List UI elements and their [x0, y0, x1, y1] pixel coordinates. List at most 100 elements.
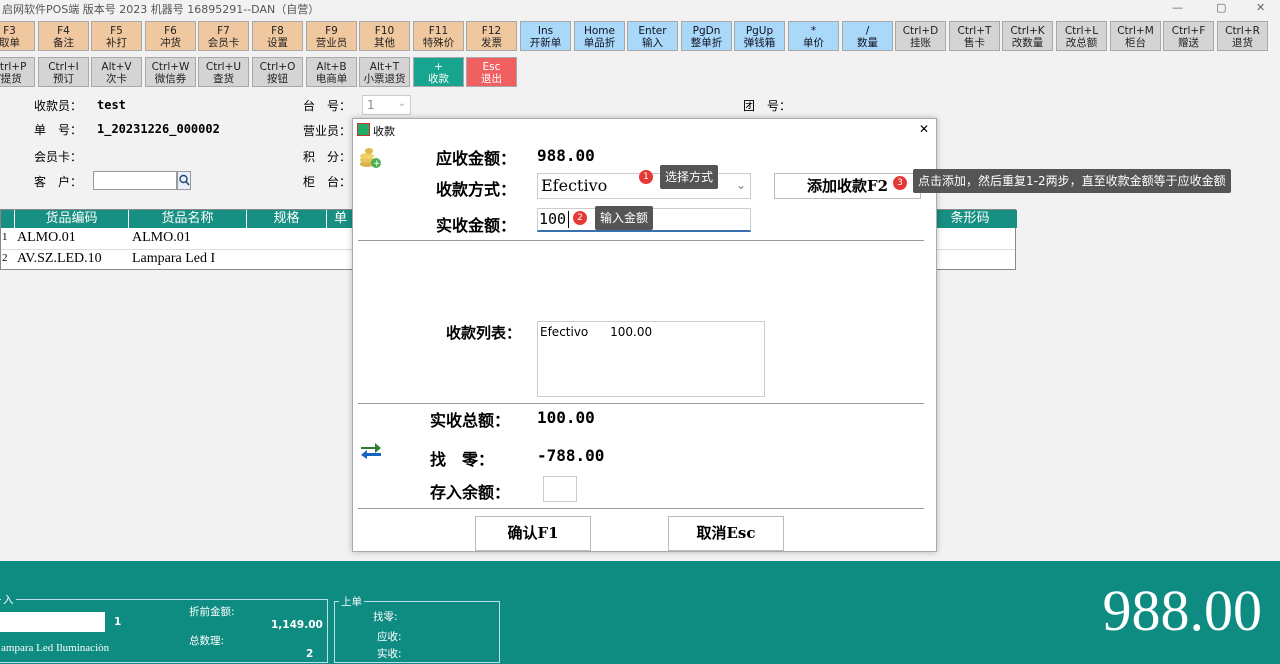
- key-label: /提货: [0, 73, 22, 85]
- function-key-button[interactable]: Ins 开新单: [520, 21, 571, 51]
- key-shortcut: Ctrl+L: [1064, 25, 1099, 37]
- function-key-button[interactable]: Ctrl+I 预订: [38, 57, 89, 87]
- tooltip-add-payment: 点击添加，然后重复1-2两步，直至收款金额等于应收金额: [913, 169, 1231, 193]
- barcode-input[interactable]: [0, 612, 105, 632]
- minimize-icon[interactable]: —: [1172, 1, 1183, 14]
- key-label: 弹钱箱: [743, 37, 776, 49]
- order-label: 单 号：: [34, 123, 83, 137]
- function-key-button[interactable]: Alt+B 电商单: [306, 57, 357, 87]
- function-key-button[interactable]: F8 设置: [252, 21, 303, 51]
- function-key-button[interactable]: Ctrl+R 退货: [1217, 21, 1268, 51]
- payment-list[interactable]: Efectivo 100.00: [537, 321, 765, 397]
- function-key-button[interactable]: F6 冲货: [145, 21, 196, 51]
- function-key-button[interactable]: / 数量: [842, 21, 893, 51]
- big-total-display: 988.00: [1102, 578, 1263, 643]
- function-key-button[interactable]: Esc 退出: [466, 57, 517, 87]
- tooltip-select-method: 选择方式: [660, 165, 719, 189]
- customer-label: 客 户：: [34, 175, 83, 189]
- function-key-button[interactable]: * 单价: [788, 21, 839, 51]
- key-label: 特殊价: [422, 37, 455, 49]
- function-key-button[interactable]: Ctrl+W 微信券: [145, 57, 196, 87]
- due-amount-label: 应收金额：: [436, 149, 517, 168]
- function-key-button[interactable]: F5 补打: [91, 21, 142, 51]
- divider: [358, 403, 924, 404]
- function-key-button[interactable]: F4 备注: [38, 21, 89, 51]
- key-label: 查货: [213, 73, 234, 85]
- function-key-button[interactable]: Home 单品折: [574, 21, 625, 51]
- order-number: 1_20231226_000002: [97, 122, 220, 136]
- function-key-button[interactable]: Ctrl+D 挂账: [895, 21, 946, 51]
- function-key-button[interactable]: F10 其他: [359, 21, 410, 51]
- key-label: 单价: [803, 37, 824, 49]
- function-key-button[interactable]: Ctrl+F 赠送: [1163, 21, 1214, 51]
- key-label: 发票: [481, 37, 502, 49]
- group-label: 团 号：: [743, 99, 792, 113]
- confirm-button[interactable]: 确认F1: [475, 516, 591, 551]
- counter-label: 柜 台：: [303, 175, 352, 189]
- payment-list-label: 收款列表：: [446, 324, 522, 342]
- key-shortcut: F3: [3, 25, 16, 37]
- key-shortcut: Alt+V: [101, 61, 132, 73]
- function-key-button[interactable]: Ctrl+K 改数量: [1002, 21, 1053, 51]
- maximize-icon[interactable]: ▢: [1216, 1, 1226, 14]
- exchange-arrows-icon: [361, 443, 381, 459]
- customer-search-button[interactable]: [177, 171, 191, 190]
- step-2-badge: 2: [573, 211, 587, 225]
- function-key-button[interactable]: Ctrl+P/提货: [0, 57, 35, 87]
- pre-discount-label: 折前金额:: [189, 606, 235, 618]
- row-num-header: [1, 210, 15, 228]
- step-3-badge: 3: [893, 176, 907, 190]
- function-key-button[interactable]: PgUp 弹钱箱: [734, 21, 785, 51]
- change-value: -788.00: [537, 446, 605, 465]
- function-key-button[interactable]: Ctrl+T 售卡: [949, 21, 1000, 51]
- key-shortcut: F6: [164, 25, 177, 37]
- item-description: ampara Led Iluminaciòn: [1, 642, 110, 654]
- function-key-button[interactable]: F7 会员卡: [198, 21, 249, 51]
- function-key-button[interactable]: F11 特殊价: [413, 21, 464, 51]
- key-label: 收款: [428, 73, 449, 85]
- column-header: 单: [327, 210, 355, 228]
- station-select[interactable]: 1 ⌄: [362, 95, 411, 115]
- customer-input[interactable]: [93, 171, 177, 190]
- key-label: 补打: [106, 37, 127, 49]
- search-icon: [179, 174, 190, 186]
- cancel-button[interactable]: 取消Esc: [668, 516, 784, 551]
- deposit-balance-checkbox[interactable]: [543, 476, 577, 502]
- function-key-button[interactable]: + 收款: [413, 57, 464, 87]
- key-label: 冲货: [160, 37, 181, 49]
- key-label: 开新单: [529, 37, 562, 49]
- total-qty-label: 总数理:: [189, 635, 225, 647]
- key-shortcut: F11: [428, 25, 449, 37]
- key-shortcut: Alt+T: [369, 61, 400, 73]
- previous-order-label: 上单: [339, 594, 364, 609]
- key-shortcut: Ctrl+O: [259, 61, 296, 73]
- key-shortcut: /: [865, 25, 870, 37]
- function-key-button[interactable]: Enter 输入: [627, 21, 678, 51]
- function-key-button[interactable]: PgDn 整单折: [681, 21, 732, 51]
- function-key-button[interactable]: Ctrl+U 查货: [198, 57, 249, 87]
- function-key-button[interactable]: Ctrl+L 改总额: [1056, 21, 1107, 51]
- key-label: 小票退货: [363, 73, 406, 85]
- pre-discount-value: 1,149.00: [271, 619, 323, 631]
- key-shortcut: F12: [481, 25, 502, 37]
- key-shortcut: F5: [110, 25, 123, 37]
- close-window-icon[interactable]: ✕: [1256, 1, 1265, 14]
- function-key-button[interactable]: Alt+T 小票退货: [359, 57, 410, 87]
- key-label: 输入: [642, 37, 663, 49]
- chevron-down-icon: ⌄: [735, 178, 746, 192]
- function-key-button[interactable]: Alt+V 次卡: [91, 57, 142, 87]
- goods-code: ALMO.01: [17, 230, 76, 245]
- function-key-button[interactable]: F12 发票: [466, 21, 517, 51]
- due-amount: 988.00: [537, 146, 595, 165]
- function-key-button[interactable]: Ctrl+M 柜台: [1110, 21, 1161, 51]
- function-key-button[interactable]: Ctrl+O 按钮: [252, 57, 303, 87]
- key-label: 预订: [53, 73, 74, 85]
- function-key-button[interactable]: F9 营业员: [306, 21, 357, 51]
- list-item-amount: 100.00: [610, 325, 653, 339]
- list-item[interactable]: Efectivo 100.00: [540, 325, 652, 339]
- goods-code: AV.SZ.LED.10: [17, 251, 102, 266]
- station-value: 1: [367, 98, 375, 112]
- function-key-button[interactable]: F3 取单: [0, 21, 35, 51]
- dialog-close-icon[interactable]: ✕: [919, 122, 929, 136]
- key-label: 微信券: [154, 73, 187, 85]
